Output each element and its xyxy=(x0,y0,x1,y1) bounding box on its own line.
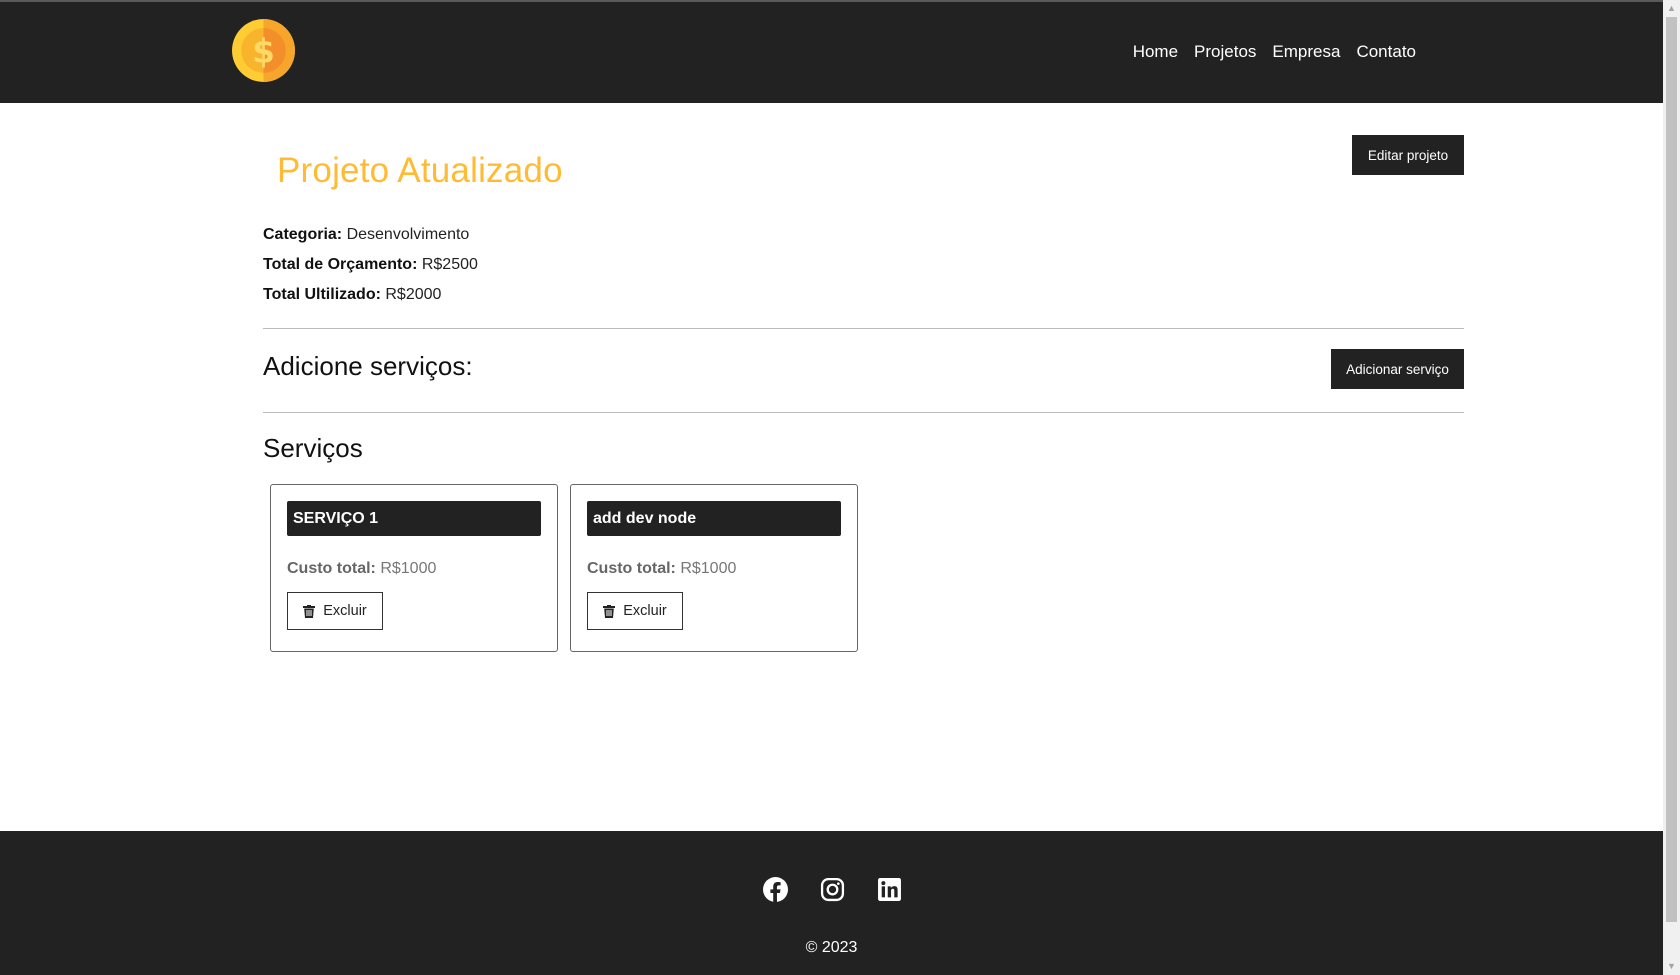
add-service-button[interactable]: Adicionar serviço xyxy=(1331,349,1464,389)
used-value: R$2000 xyxy=(385,286,442,303)
nav-link-empresa[interactable]: Empresa xyxy=(1272,42,1340,62)
service-name: SERVIÇO 1 xyxy=(287,501,541,536)
scroll-thumb[interactable] xyxy=(1666,17,1677,922)
scroll-down-icon[interactable]: ▼ xyxy=(1663,958,1680,975)
copyright: © 2023 xyxy=(805,939,858,956)
divider xyxy=(263,412,1464,413)
nav-link-contato[interactable]: Contato xyxy=(1356,42,1416,62)
service-card: add dev node Custo total: R$1000 Excluir xyxy=(570,484,858,652)
page-title: Projeto Atualizado xyxy=(277,151,563,190)
delete-service-button[interactable]: Excluir xyxy=(287,592,383,630)
cost-label: Custo total: xyxy=(287,560,376,577)
delete-service-button[interactable]: Excluir xyxy=(587,592,683,630)
used-label: Total Ultilizado: xyxy=(263,286,381,303)
edit-project-button[interactable]: Editar projeto xyxy=(1352,135,1464,175)
cost-value: R$1000 xyxy=(380,560,437,577)
nav-links: Home Projetos Empresa Contato xyxy=(1133,42,1416,62)
category-value: Desenvolvimento xyxy=(346,226,470,243)
service-cost: Custo total: R$1000 xyxy=(287,560,541,578)
service-name: add dev node xyxy=(587,501,841,536)
service-cards: SERVIÇO 1 Custo total: R$1000 Excluir ad… xyxy=(270,484,858,652)
cost-label: Custo total: xyxy=(587,560,676,577)
category-label: Categoria: xyxy=(263,226,343,243)
nav-link-home[interactable]: Home xyxy=(1133,42,1178,62)
cost-value: R$1000 xyxy=(680,560,737,577)
service-cost: Custo total: R$1000 xyxy=(587,560,841,578)
project-info: Categoria: Desenvolvimento Total de Orça… xyxy=(263,220,478,310)
services-title: Serviços xyxy=(263,433,363,463)
coin-dollar-icon[interactable]: $ xyxy=(231,18,296,83)
scrollbar[interactable]: ▲ ▼ xyxy=(1663,0,1680,975)
delete-label: Excluir xyxy=(623,603,667,619)
budget-label: Total de Orçamento: xyxy=(263,256,418,273)
navbar: $ Home Projetos Empresa Contato xyxy=(0,2,1663,103)
delete-label: Excluir xyxy=(323,603,367,619)
footer: © 2023 xyxy=(0,831,1663,975)
trash-icon xyxy=(603,604,616,618)
budget-value: R$2500 xyxy=(421,256,478,273)
svg-text:$: $ xyxy=(252,33,275,71)
instagram-icon[interactable] xyxy=(820,877,845,902)
linkedin-icon[interactable] xyxy=(877,877,902,902)
nav-link-projetos[interactable]: Projetos xyxy=(1194,42,1256,62)
service-card: SERVIÇO 1 Custo total: R$1000 Excluir xyxy=(270,484,558,652)
trash-icon xyxy=(303,604,316,618)
category-row: Categoria: Desenvolvimento xyxy=(263,220,478,250)
add-services-title: Adicione serviços: xyxy=(263,351,473,381)
used-row: Total Ultilizado: R$2000 xyxy=(263,280,478,310)
social-links xyxy=(763,877,902,902)
scroll-up-icon[interactable]: ▲ xyxy=(1663,0,1680,17)
budget-row: Total de Orçamento: R$2500 xyxy=(263,250,478,280)
divider xyxy=(263,328,1464,329)
facebook-icon[interactable] xyxy=(763,877,788,902)
